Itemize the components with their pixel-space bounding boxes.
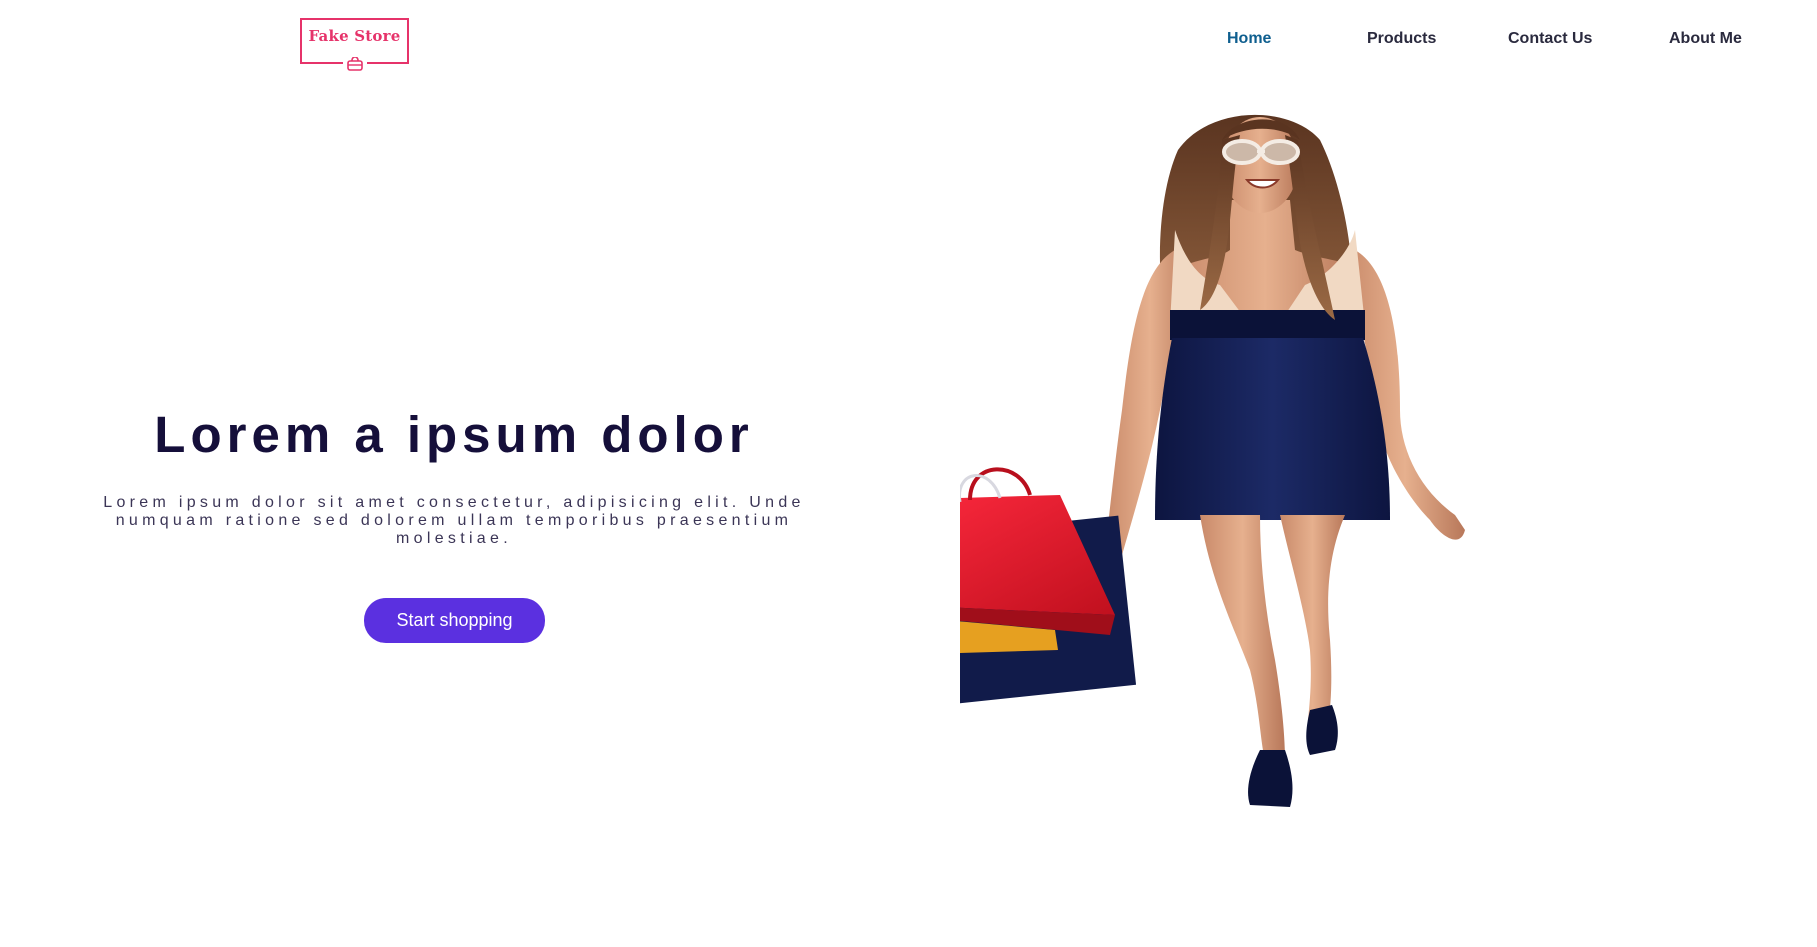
hero-title: Lorem a ipsum dolor bbox=[154, 406, 754, 463]
page: Fake Store Home Products Contact Us Abou… bbox=[0, 0, 1817, 947]
shopping-bag-icon bbox=[342, 56, 367, 71]
nav-products[interactable]: Products bbox=[1367, 30, 1436, 48]
nav-about-me[interactable]: About Me bbox=[1669, 30, 1742, 48]
hero-subtitle: Lorem ipsum dolor sit amet consectetur, … bbox=[103, 494, 805, 547]
left-leg-shape bbox=[1200, 515, 1285, 760]
skirt-shape bbox=[1155, 338, 1390, 520]
right-leg-shape bbox=[1280, 515, 1345, 725]
waistband-shape bbox=[1170, 310, 1365, 340]
fake-store-logo[interactable]: Fake Store bbox=[300, 18, 409, 71]
left-shoe-shape bbox=[1248, 750, 1293, 807]
shopping-bags bbox=[960, 467, 1137, 706]
right-shoe-shape bbox=[1306, 705, 1338, 755]
nav-home[interactable]: Home bbox=[1227, 30, 1271, 48]
hero-woman-shopping-image bbox=[960, 114, 1465, 807]
nav-contact-us[interactable]: Contact Us bbox=[1508, 30, 1592, 48]
logo-text: Fake Store bbox=[308, 27, 401, 45]
start-shopping-button[interactable]: Start shopping bbox=[364, 598, 545, 643]
